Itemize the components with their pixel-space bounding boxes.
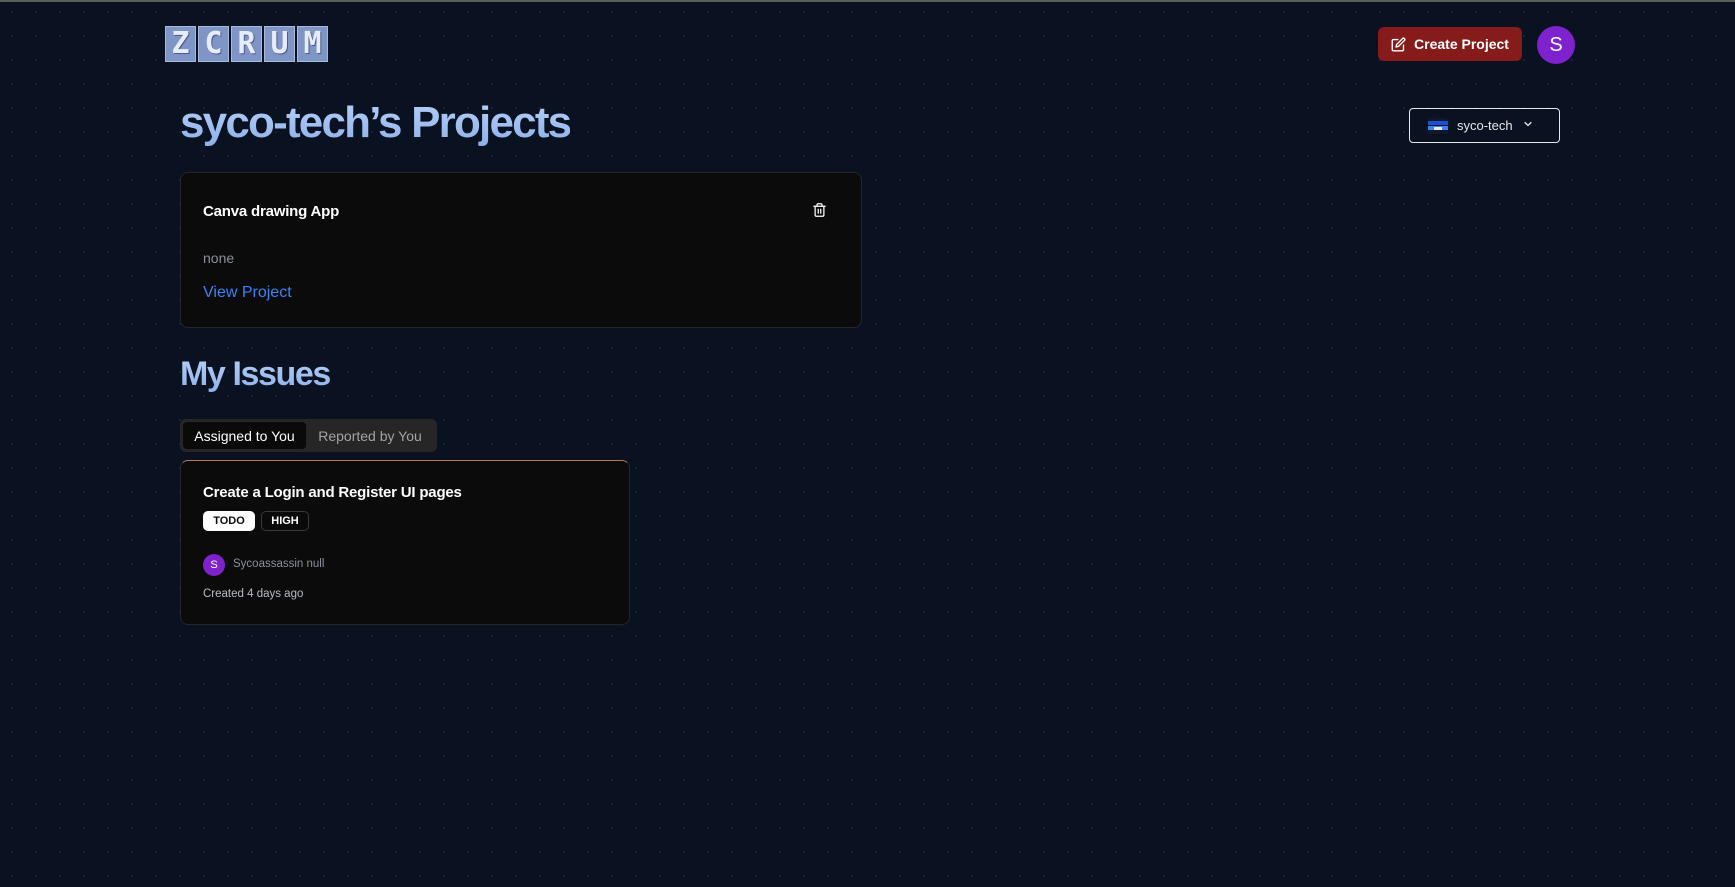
organization-switcher[interactable]: syco-tech bbox=[1409, 108, 1560, 143]
tab-assigned-to-you[interactable]: Assigned to You bbox=[183, 422, 306, 449]
tab-reported-by-you[interactable]: Reported by You bbox=[306, 422, 434, 449]
chevron-down-icon bbox=[1522, 118, 1534, 133]
create-project-button[interactable]: Create Project bbox=[1378, 27, 1522, 61]
assignee-name: Sycoassassin null bbox=[233, 558, 325, 570]
project-description: none bbox=[203, 250, 235, 266]
logo-letter: M bbox=[297, 26, 328, 62]
delete-project-button[interactable] bbox=[811, 202, 827, 223]
status-badge: TODO bbox=[203, 511, 255, 531]
organization-name: syco-tech bbox=[1457, 118, 1513, 133]
app-logo[interactable]: Z C R U M bbox=[165, 26, 328, 62]
issues-tabs: Assigned to You Reported by You bbox=[180, 419, 437, 452]
project-name: Canva drawing App bbox=[203, 203, 340, 220]
view-project-link[interactable]: View Project bbox=[203, 284, 292, 302]
project-card: Canva drawing App none View Project bbox=[180, 172, 862, 328]
page-title: syco-tech’s Projects bbox=[180, 98, 572, 147]
organization-logo bbox=[1428, 117, 1448, 134]
logo-letter: Z bbox=[165, 26, 196, 62]
user-avatar[interactable]: S bbox=[1537, 26, 1575, 64]
logo-letter: R bbox=[231, 26, 262, 62]
edit-icon bbox=[1391, 37, 1406, 52]
issue-title: Create a Login and Register UI pages bbox=[203, 484, 462, 501]
top-border-line bbox=[0, 0, 1735, 2]
issues-section-title: My Issues bbox=[180, 355, 331, 393]
logo-letter: U bbox=[264, 26, 295, 62]
issue-card[interactable]: Create a Login and Register UI pages TOD… bbox=[180, 460, 630, 625]
create-project-label: Create Project bbox=[1414, 36, 1509, 52]
trash-icon bbox=[812, 202, 827, 223]
priority-badge: HIGH bbox=[261, 511, 309, 531]
assignee-avatar: S bbox=[203, 554, 225, 576]
logo-letter: C bbox=[198, 26, 229, 62]
issue-created-time: Created 4 days ago bbox=[203, 588, 304, 600]
